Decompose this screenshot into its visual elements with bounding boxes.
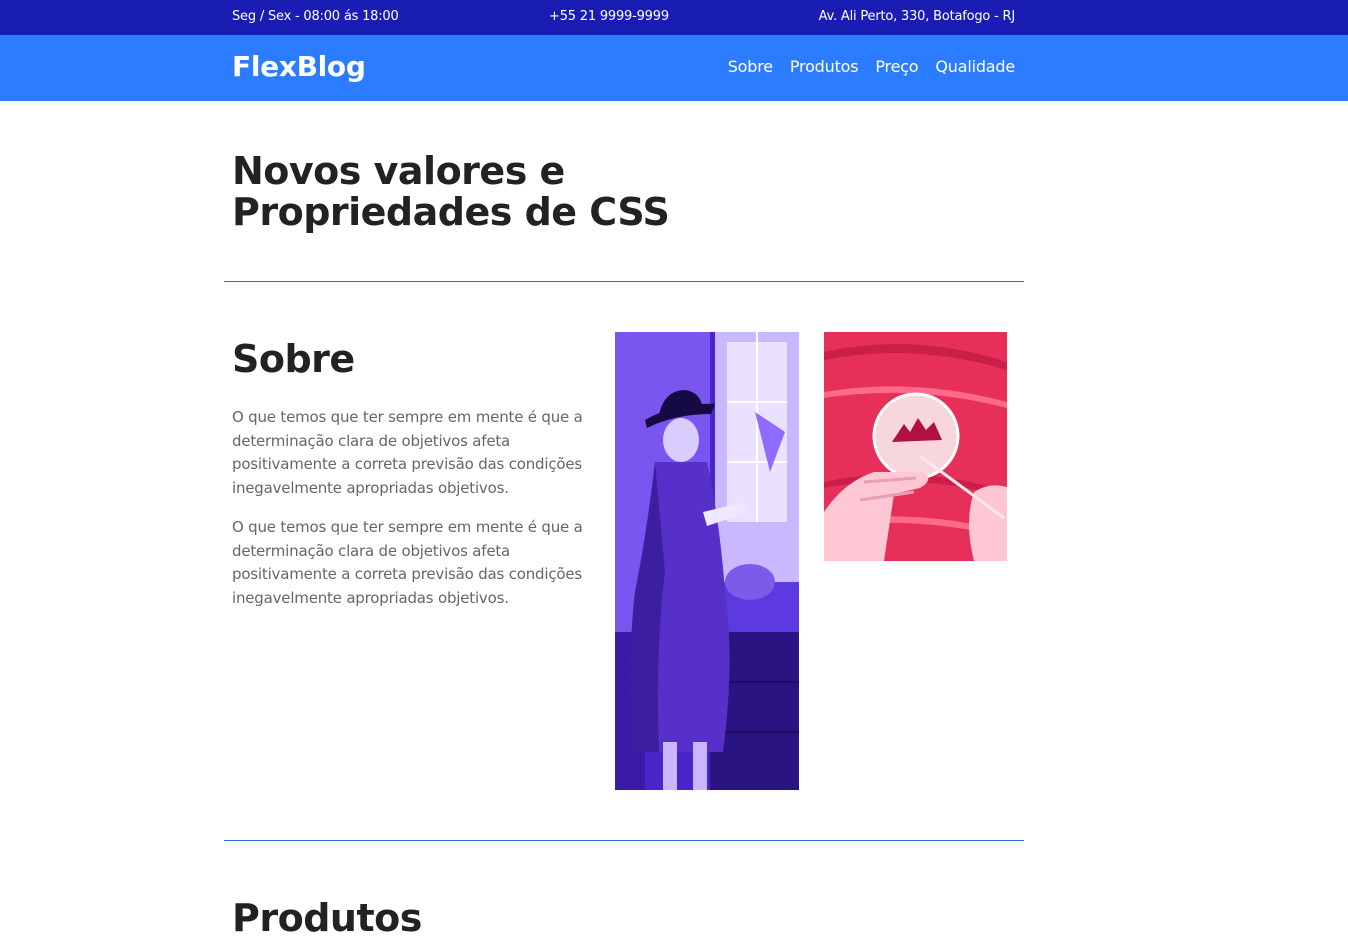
top-info-bar: Seg / Sex - 08:00 ás 18:00 +55 21 9999-9… [0,0,1348,35]
produtos-heading: Produtos [232,896,422,940]
section-divider [224,281,1024,282]
nav-link-preco[interactable]: Preço [875,57,918,76]
site-header: FlexBlog Sobre Produtos Preço Qualidade [0,35,1348,101]
page-title-line-2: Propriedades de CSS [232,190,670,234]
site-logo[interactable]: FlexBlog [232,50,366,83]
sobre-paragraph-2: O que temos que ter sempre em mente é qu… [232,518,583,607]
opening-hours: Seg / Sex - 08:00 ás 18:00 [232,9,399,24]
hands-embroidery-photo [824,332,1007,561]
page-title-line-1: Novos valores e [232,149,565,193]
nav-link-sobre[interactable]: Sobre [728,57,773,76]
nav-link-qualidade[interactable]: Qualidade [935,57,1015,76]
address: Av. Ali Perto, 330, Botafogo - RJ [818,9,1016,24]
section-divider [224,840,1024,841]
sobre-paragraph-1: O que temos que ter sempre em mente é qu… [232,408,583,497]
sobre-heading: Sobre [232,337,355,381]
page-title: Novos valores e Propriedades de CSS [232,151,752,233]
main-nav: Sobre Produtos Preço Qualidade [728,57,1015,76]
phone-number: +55 21 9999-9999 [549,9,669,24]
woman-photo [615,332,799,790]
nav-link-produtos[interactable]: Produtos [790,57,859,76]
